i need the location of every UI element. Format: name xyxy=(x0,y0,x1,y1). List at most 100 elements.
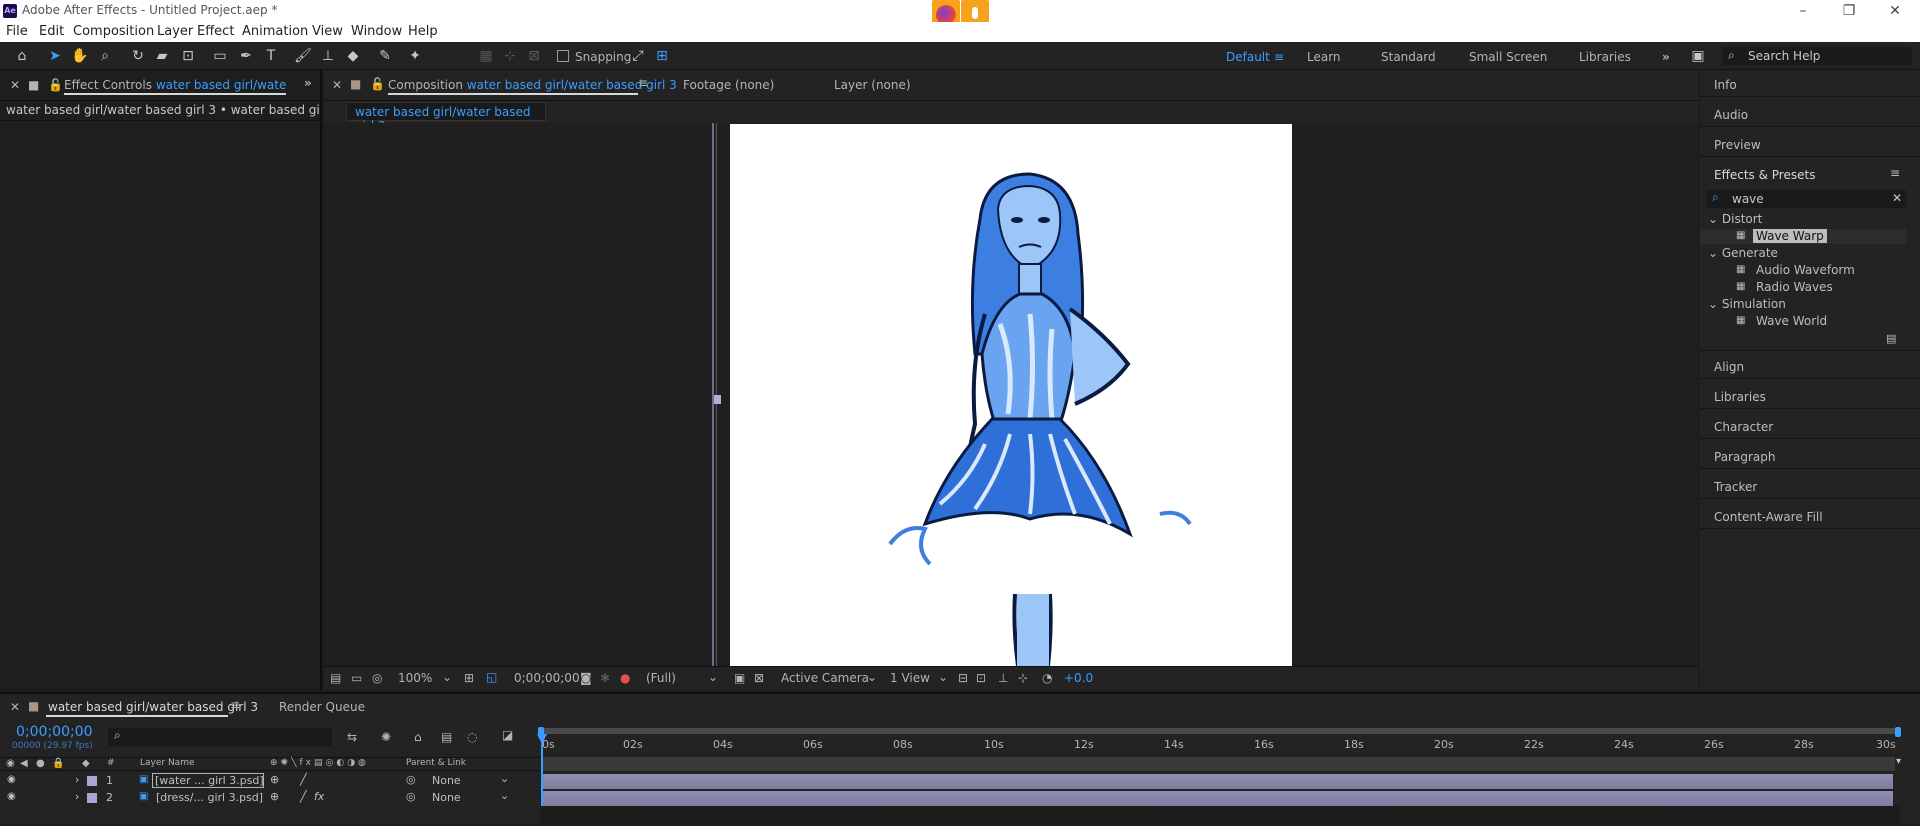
close-icon[interactable]: ✕ xyxy=(1872,0,1918,22)
always-preview-icon[interactable]: ▤ xyxy=(330,671,341,685)
zoom-select[interactable]: 100% ⌄ xyxy=(396,670,454,688)
new-preset-icon[interactable]: ▤ xyxy=(1886,332,1896,345)
search-help-field[interactable]: ⌕ Search Help xyxy=(1722,47,1912,65)
menu-animation[interactable]: Animation xyxy=(242,24,308,39)
motion-blur-icon[interactable]: ◌ xyxy=(467,730,477,744)
type-tool-icon[interactable]: T xyxy=(261,46,281,66)
panel-info[interactable]: Info xyxy=(1714,78,1737,92)
snap-edges-icon[interactable]: ⊞ xyxy=(652,46,672,66)
resolution-select[interactable]: (Full) ⌄ xyxy=(644,670,722,688)
category-simulation[interactable]: ⌄ Simulation xyxy=(1708,297,1786,311)
resolution-grid-icon[interactable]: ⊞ xyxy=(464,671,474,685)
home-icon[interactable]: ⌂ xyxy=(12,46,32,66)
panel-effects-presets[interactable]: Effects & Presets xyxy=(1714,168,1815,182)
lock-icon[interactable]: 🔓 xyxy=(48,78,63,92)
channel-icon[interactable]: ● xyxy=(620,671,630,685)
eye-icon[interactable]: ◉ xyxy=(6,758,15,769)
tab-effect-controls[interactable]: Effect Controls water based girl/water b… xyxy=(64,78,286,95)
comp-lock-icon[interactable]: 🔓 xyxy=(370,77,385,91)
puppet-tool-icon[interactable]: ✦ xyxy=(405,46,425,66)
rectangle-tool-icon[interactable]: ▭ xyxy=(210,46,230,66)
comp-mini-flowchart-icon[interactable]: ⇆ xyxy=(347,730,357,744)
snap-option-icon[interactable]: ⤢ xyxy=(628,46,648,66)
timeline-menu-icon[interactable]: ≡ xyxy=(230,698,240,712)
timeline-timecode[interactable]: 0;00;00;00 xyxy=(16,724,93,740)
layer-search-input[interactable]: ⌕ xyxy=(108,728,332,746)
quality-switch-icon[interactable]: ╱ xyxy=(300,790,307,803)
eye-icon[interactable]: ◉ xyxy=(7,791,16,802)
parent-select[interactable]: None ⌄ xyxy=(428,772,512,788)
tab-timeline[interactable]: water based girl/water based girl 3 xyxy=(46,700,258,717)
selection-tool-icon[interactable]: ➤ xyxy=(45,46,65,66)
current-time[interactable]: 0;00;00;00 xyxy=(514,671,580,685)
comp-menu-icon[interactable]: ≡ xyxy=(638,76,648,90)
menu-file[interactable]: File xyxy=(6,24,28,39)
menu-window[interactable]: Window xyxy=(351,24,402,39)
snapping-checkbox[interactable] xyxy=(557,50,569,62)
expand-chevron-icon[interactable]: › xyxy=(75,773,79,786)
category-distort[interactable]: ⌄ Distort xyxy=(1708,212,1762,226)
collapse-switch-icon[interactable]: ⊕ xyxy=(270,790,279,803)
eye-icon[interactable]: ◉ xyxy=(7,774,16,785)
panel-tracker[interactable]: Tracker xyxy=(1714,480,1757,494)
workspace-learn[interactable]: Learn xyxy=(1307,50,1341,64)
clear-search-icon[interactable]: ✕ xyxy=(1892,191,1902,205)
layer-name[interactable]: [dress/... girl 3.psd] xyxy=(156,791,263,804)
effect-audio-waveform[interactable]: Audio Waveform xyxy=(1756,263,1855,277)
snapshot-icon[interactable]: ◙ xyxy=(580,671,592,685)
quality-switch-icon[interactable]: ╱ xyxy=(300,773,307,786)
views-select[interactable]: 1 View ⌄ xyxy=(888,670,950,688)
layer-handle-left[interactable] xyxy=(714,395,721,404)
workspace-small-screen[interactable]: Small Screen xyxy=(1469,50,1547,64)
effects-search-input[interactable]: ⌕ wave ✕ xyxy=(1706,190,1906,208)
panel-overflow-icon[interactable]: » xyxy=(304,76,312,90)
camera-select[interactable]: Active Camera ⌄ xyxy=(779,670,879,688)
panel-preview[interactable]: Preview xyxy=(1714,138,1761,152)
eraser-tool-icon[interactable]: ◆ xyxy=(343,46,363,66)
tab-composition[interactable]: Composition water based girl/water based… xyxy=(388,78,677,95)
solo-icon[interactable]: ● xyxy=(36,758,45,769)
draft-3d-icon[interactable]: ✺ xyxy=(381,730,391,744)
clone-stamp-tool-icon[interactable]: ⊥ xyxy=(318,46,338,66)
workspace-menu-icon[interactable]: ≡ xyxy=(1274,50,1284,64)
label-color-swatch[interactable] xyxy=(87,776,97,786)
effects-menu-icon[interactable]: ≡ xyxy=(1890,166,1900,180)
label-color-swatch[interactable] xyxy=(87,793,97,803)
work-area-end-handle[interactable] xyxy=(1895,727,1901,737)
restore-icon[interactable]: ❐ xyxy=(1826,0,1872,22)
toggle-pixel-aspect-icon[interactable]: ⊟ xyxy=(958,671,968,685)
workspace-standard[interactable]: Standard xyxy=(1381,50,1436,64)
label-icon[interactable]: ◆ xyxy=(82,758,90,769)
expand-chevron-icon[interactable]: › xyxy=(75,790,79,803)
effects-switch-icon[interactable]: fx xyxy=(314,790,324,803)
close-comp-tab-icon[interactable]: ✕ xyxy=(332,78,342,92)
glasses-icon[interactable]: ◎ xyxy=(372,671,382,685)
effect-wave-world[interactable]: Wave World xyxy=(1756,314,1827,328)
fast-previews-icon[interactable]: ⊡ xyxy=(976,671,986,685)
tab-footage[interactable]: Footage (none) xyxy=(683,78,774,92)
close-tab-icon[interactable]: ✕ xyxy=(10,78,20,92)
rotate-tool-icon[interactable]: ↻ xyxy=(128,46,148,66)
lock-icon[interactable]: 🔒 xyxy=(52,758,64,769)
workspace-layout-icon[interactable]: ▣ xyxy=(1688,46,1708,66)
pick-whip-icon[interactable]: ◎ xyxy=(406,773,416,786)
category-generate[interactable]: ⌄ Generate xyxy=(1708,246,1778,260)
switches-icon[interactable]: ⊕✺╲fx▤◎◐◑◍ xyxy=(270,758,369,768)
layer-name[interactable]: [water ... girl 3.psd] xyxy=(152,773,264,788)
layer-row[interactable]: ◉ › 2 ▣ [dress/... girl 3.psd] ⊕ ╱ fx ◎ … xyxy=(0,789,540,807)
layer-duration-bar[interactable] xyxy=(543,791,1893,806)
menu-layer[interactable]: Layer xyxy=(157,24,193,39)
workspace-overflow-icon[interactable]: » xyxy=(1662,50,1670,64)
panel-character[interactable]: Character xyxy=(1714,420,1773,434)
layer-row[interactable]: ◉ › 1 ▣ [water ... girl 3.psd] ⊕ ╱ ◎ Non… xyxy=(0,772,540,790)
collapse-switch-icon[interactable]: ⊕ xyxy=(270,773,279,786)
panel-align[interactable]: Align xyxy=(1714,360,1744,374)
pick-whip-icon[interactable]: ◎ xyxy=(406,790,416,803)
menu-edit[interactable]: Edit xyxy=(39,24,64,39)
audio-icon[interactable]: ◀ xyxy=(20,758,28,769)
menu-composition[interactable]: Composition xyxy=(73,24,154,39)
panel-audio[interactable]: Audio xyxy=(1714,108,1748,122)
region-of-interest-icon[interactable]: ▣ xyxy=(734,671,745,685)
mask-visibility-icon[interactable]: ◱ xyxy=(486,670,497,684)
effect-wave-warp[interactable]: Wave Warp xyxy=(1753,229,1827,243)
